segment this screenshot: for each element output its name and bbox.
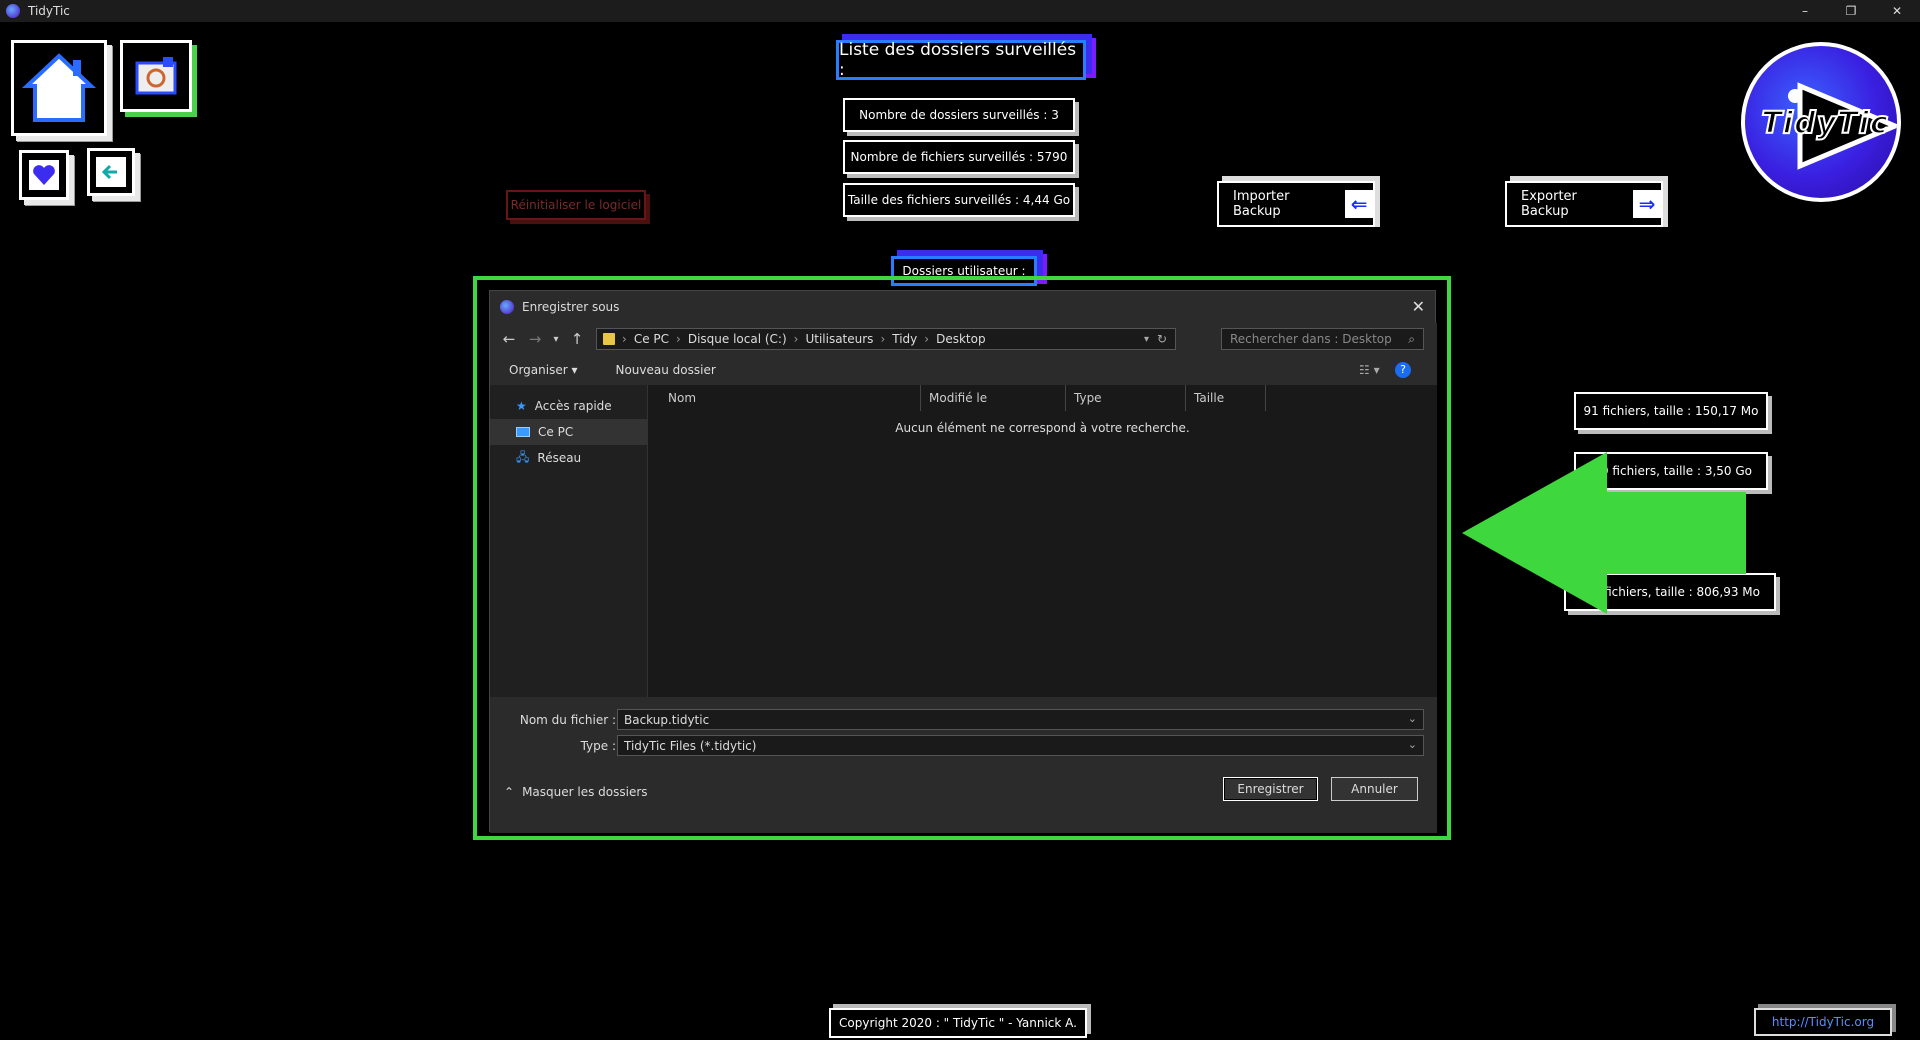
breadcrumb-sep-icon: › [622, 332, 627, 346]
sidebar-item-this-pc[interactable]: Ce PC [490, 419, 647, 445]
app-titlebar: TidyTic – ❐ ✕ [0, 0, 1920, 22]
folder-icon [603, 333, 615, 345]
sidebar-item-network[interactable]: 🖧 Réseau [490, 445, 647, 471]
big-green-arrow-icon [1462, 452, 1746, 614]
close-window-button[interactable]: ✕ [1874, 0, 1920, 22]
folder-sync-button[interactable] [120, 40, 192, 112]
home-button[interactable] [11, 40, 107, 136]
star-icon: ★ [516, 399, 527, 413]
column-size[interactable]: Taille [1186, 385, 1266, 411]
logo-text: TidyTic [1760, 105, 1889, 142]
breadcrumb-item[interactable]: Desktop [936, 332, 986, 346]
back-button[interactable] [87, 148, 135, 196]
dialog-toolbar: Organiser ▾ Nouveau dossier ☷ ▾ ? [490, 355, 1437, 385]
stat-file-count: Nombre de fichiers surveillés : 5790 [843, 140, 1075, 174]
up-folder-icon[interactable]: ↑ [564, 330, 590, 348]
refresh-icon[interactable]: ↻ [1157, 332, 1167, 346]
hide-folders-label: Masquer les dossiers [522, 785, 648, 799]
column-modified[interactable]: Modifié le [921, 385, 1066, 411]
column-type[interactable]: Type [1066, 385, 1186, 411]
type-label: Type : [580, 739, 616, 753]
filename-value: Backup.tidytic [624, 712, 710, 727]
pc-icon [516, 427, 530, 437]
column-name[interactable]: Nom [648, 385, 921, 411]
filename-label: Nom du fichier : [519, 713, 616, 727]
breadcrumb-sep-icon: › [676, 332, 681, 346]
sidebar-item-label: Réseau [537, 451, 582, 465]
breadcrumb-sep-icon: › [793, 332, 799, 346]
page-title: Liste des dossiers surveillés : [836, 40, 1086, 80]
save-as-dialog: Enregistrer sous ✕ ← → ▾ ↑ › Ce PC › Dis… [489, 290, 1437, 833]
breadcrumb-item[interactable]: Utilisateurs [805, 332, 873, 346]
empty-message: Aucun élément ne correspond à votre rech… [895, 421, 1190, 435]
back-arrow-icon [96, 157, 126, 187]
dialog-close-icon[interactable]: ✕ [1412, 297, 1425, 316]
column-headers: Nom Modifié le Type Taille [648, 385, 1437, 411]
stat-folder-count: Nombre de dossiers surveillés : 3 [843, 98, 1075, 132]
forward-nav-icon[interactable]: → [522, 330, 548, 348]
chevron-up-icon: ⌃ [504, 785, 515, 799]
folder-entry-1[interactable]: 91 fichiers, taille : 150,17 Mo [1574, 392, 1768, 430]
export-backup-button[interactable]: Exporter Backup ⇒ [1505, 181, 1663, 227]
favorites-button[interactable] [19, 150, 69, 200]
dialog-footer: Nom du fichier : Backup.tidytic ⌄ Type :… [490, 697, 1437, 833]
tidytic-logo: TidyTic [1741, 42, 1901, 202]
export-arrow-icon: ⇒ [1633, 190, 1661, 218]
help-icon[interactable]: ? [1395, 362, 1411, 378]
sidebar-item-label: Accès rapide [534, 399, 612, 413]
stat-file-size: Taille des fichiers surveillés : 4,44 Go [843, 183, 1075, 217]
dialog-title: Enregistrer sous [522, 300, 620, 314]
view-options-icon[interactable]: ☷ ▾ [1359, 363, 1380, 377]
chevron-down-icon[interactable]: ⌄ [1408, 738, 1417, 751]
import-arrow-icon: ⇐ [1345, 190, 1373, 218]
breadcrumb-item[interactable]: Ce PC [634, 332, 669, 346]
window-controls: – ❐ ✕ [1782, 0, 1920, 22]
website-link[interactable]: http://TidyTic.org [1754, 1008, 1892, 1036]
nav-bar: ← → ▾ ↑ › Ce PC › Disque local (C:) › Ut… [490, 323, 1437, 355]
breadcrumb-item[interactable]: Tidy [892, 332, 917, 346]
save-button[interactable]: Enregistrer [1223, 777, 1318, 801]
hide-folders-toggle[interactable]: ⌃ Masquer les dossiers [504, 785, 648, 799]
cancel-button[interactable]: Annuler [1331, 777, 1418, 801]
minimize-button[interactable]: – [1782, 0, 1828, 22]
breadcrumb-sep-icon: › [924, 332, 930, 346]
search-icon: ⌕ [1408, 331, 1415, 346]
dialog-titlebar: Enregistrer sous [490, 291, 1435, 323]
network-icon: 🖧 [516, 449, 530, 464]
chevron-down-icon[interactable]: ⌄ [1408, 712, 1417, 725]
sidebar-item-label: Ce PC [538, 425, 574, 439]
export-backup-label: Exporter Backup [1521, 189, 1577, 219]
file-type-value: TidyTic Files (*.tidytic) [624, 738, 757, 753]
folder-sync-icon [135, 57, 177, 95]
organize-button[interactable]: Organiser ▾ [509, 363, 577, 377]
app-title: TidyTic [28, 4, 70, 18]
restore-button[interactable]: ❐ [1828, 0, 1874, 22]
home-icon [21, 53, 97, 122]
sidebar-item-quick-access[interactable]: ★ Accès rapide [490, 393, 647, 419]
dialog-sidebar: ★ Accès rapide Ce PC 🖧 Réseau [490, 385, 648, 697]
file-type-select[interactable]: TidyTic Files (*.tidytic) ⌄ [617, 735, 1424, 756]
filename-field[interactable]: Backup.tidytic ⌄ [617, 709, 1424, 730]
file-list: Nom Modifié le Type Taille Aucun élément… [648, 385, 1437, 697]
import-backup-label: Importer Backup [1233, 189, 1290, 219]
dialog-app-icon [500, 300, 514, 314]
address-bar[interactable]: › Ce PC › Disque local (C:) › Utilisateu… [596, 328, 1176, 350]
app-icon [6, 4, 20, 18]
reset-software-button[interactable]: Réinitialiser le logiciel [506, 190, 646, 220]
new-folder-button[interactable]: Nouveau dossier [615, 363, 715, 377]
search-input[interactable]: Rechercher dans : Desktop ⌕ [1221, 328, 1424, 350]
search-placeholder: Rechercher dans : Desktop [1230, 332, 1392, 346]
breadcrumb-item[interactable]: Disque local (C:) [688, 332, 787, 346]
heart-icon [29, 160, 59, 190]
recent-dropdown-icon[interactable]: ▾ [548, 334, 564, 345]
copyright-text: Copyright 2020 : " TidyTic " - Yannick A… [829, 1008, 1087, 1038]
import-backup-button[interactable]: Importer Backup ⇐ [1217, 181, 1375, 227]
address-dropdown-icon[interactable]: ▾ [1144, 334, 1149, 345]
back-nav-icon[interactable]: ← [496, 330, 522, 348]
breadcrumb-sep-icon: › [880, 332, 886, 346]
